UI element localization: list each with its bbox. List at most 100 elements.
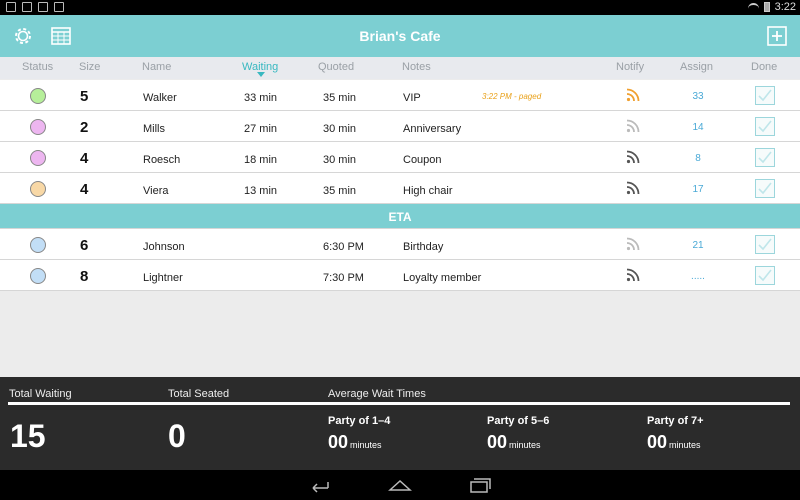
total-waiting-value: 15: [10, 418, 46, 454]
column-header-row: Status Size Name Waiting Quoted Notes No…: [0, 57, 800, 79]
notify-icon[interactable]: [626, 181, 640, 195]
table-row[interactable]: 4 Roesch 18 min 30 min Coupon 8: [0, 142, 800, 173]
party-large-unit: minutes: [669, 440, 701, 450]
notification-icon: [38, 2, 48, 12]
party-size: 4: [80, 181, 89, 198]
table-row[interactable]: 6 Johnson 6:30 PM Birthday 21: [0, 229, 800, 260]
party-small-unit: minutes: [350, 440, 382, 450]
table-row[interactable]: 5 Walker 33 min 35 min VIP 3:22 PM - paged 33: [0, 80, 800, 111]
notification-icon: [6, 2, 16, 12]
total-seated-value: 0: [168, 418, 186, 454]
waiting-time: 13 min: [244, 185, 278, 197]
party-name: Walker: [143, 92, 177, 104]
table-row[interactable]: 4 Viera 13 min 35 min High chair 17: [0, 173, 800, 204]
notify-icon[interactable]: [626, 237, 640, 251]
back-icon[interactable]: [308, 477, 332, 493]
waiting-time: 27 min: [244, 123, 278, 135]
status-indicator[interactable]: [30, 88, 46, 104]
waitlist: 5 Walker 33 min 35 min VIP 3:22 PM - paged 33 2…: [0, 80, 800, 291]
done-checkbox[interactable]: [755, 86, 775, 105]
assign-table[interactable]: 8: [665, 153, 731, 164]
recent-apps-icon[interactable]: [468, 477, 492, 493]
party-medium-value: 00 minutes: [487, 432, 541, 453]
party-size: 2: [80, 119, 89, 136]
column-quoted[interactable]: Quoted: [318, 61, 354, 73]
notification-icons: [6, 2, 64, 12]
wifi-icon: [747, 2, 759, 12]
status-indicator[interactable]: [30, 119, 46, 135]
check-icon: [758, 238, 772, 251]
check-icon: [758, 120, 772, 133]
notify-icon[interactable]: [626, 150, 640, 164]
check-icon: [758, 151, 772, 164]
notify-icon[interactable]: [626, 119, 640, 133]
party-notes: High chair: [403, 185, 453, 197]
party-large-minutes: 00: [647, 432, 668, 452]
party-notes: Birthday: [403, 241, 444, 253]
notification-icon: [54, 2, 64, 12]
check-icon: [758, 269, 772, 282]
waiting-time: 33 min: [244, 92, 278, 104]
column-assign[interactable]: Assign: [680, 61, 713, 73]
party-medium-minutes: 00: [487, 432, 508, 452]
quoted-time: 35 min: [323, 185, 357, 197]
column-done[interactable]: Done: [751, 61, 777, 73]
check-icon: [758, 89, 772, 102]
party-small-label: Party of 1–4: [328, 415, 391, 427]
party-medium-unit: minutes: [509, 440, 541, 450]
party-notes: Loyalty member: [403, 272, 482, 284]
home-icon[interactable]: [388, 477, 412, 493]
party-name: Lightner: [143, 272, 183, 284]
sort-descending-icon: [257, 72, 265, 77]
average-wait-label: Average Wait Times: [328, 388, 426, 400]
column-name[interactable]: Name: [142, 61, 171, 73]
column-notes[interactable]: Notes: [402, 61, 431, 73]
status-indicator[interactable]: [30, 268, 46, 284]
party-name: Viera: [143, 185, 169, 197]
paged-status: 3:22 PM - paged: [482, 92, 542, 101]
table-row[interactable]: 2 Mills 27 min 30 min Anniversary 14: [0, 111, 800, 142]
plus-square-icon[interactable]: [765, 24, 789, 48]
party-small-value: 00 minutes: [328, 432, 382, 453]
party-small-minutes: 00: [328, 432, 349, 452]
column-status[interactable]: Status: [22, 61, 53, 73]
summary-footer: Total Waiting Total Seated Average Wait …: [0, 377, 800, 470]
party-large-value: 00 minutes: [647, 432, 701, 453]
system-status-bar: 3:22: [0, 0, 800, 15]
party-medium-label: Party of 5–6: [487, 415, 550, 427]
column-size[interactable]: Size: [79, 61, 100, 73]
column-notify[interactable]: Notify: [616, 61, 644, 73]
notify-icon[interactable]: [626, 88, 640, 102]
done-checkbox[interactable]: [755, 266, 775, 285]
party-name: Mills: [143, 123, 165, 135]
notify-icon[interactable]: [626, 268, 640, 282]
eta-section-header: ETA: [0, 204, 800, 229]
quoted-time: 7:30 PM: [323, 272, 364, 284]
quoted-time: 6:30 PM: [323, 241, 364, 253]
done-checkbox[interactable]: [755, 148, 775, 167]
party-name: Roesch: [143, 154, 181, 166]
quoted-time: 30 min: [323, 123, 357, 135]
footer-divider: [8, 402, 790, 405]
waiting-time: 18 min: [244, 154, 278, 166]
done-checkbox[interactable]: [755, 235, 775, 254]
assign-table[interactable]: 33: [665, 91, 731, 102]
assign-table[interactable]: .....: [665, 271, 731, 282]
status-indicator[interactable]: [30, 150, 46, 166]
party-size: 6: [80, 237, 89, 254]
done-checkbox[interactable]: [755, 179, 775, 198]
status-indicator[interactable]: [30, 181, 46, 197]
check-icon: [758, 182, 772, 195]
assign-table[interactable]: 14: [665, 122, 731, 133]
assign-table[interactable]: 21: [665, 240, 731, 251]
done-checkbox[interactable]: [755, 117, 775, 136]
assign-table[interactable]: 17: [665, 184, 731, 195]
table-row[interactable]: 8 Lightner 7:30 PM Loyalty member.....: [0, 260, 800, 291]
party-notes: VIP: [403, 92, 421, 104]
waiting-group: 5 Walker 33 min 35 min VIP 3:22 PM - paged 33 2…: [0, 80, 800, 204]
battery-icon: [763, 2, 770, 12]
total-seated-label: Total Seated: [168, 388, 230, 400]
party-name: Johnson: [143, 241, 185, 253]
party-large-label: Party of 7+: [647, 415, 704, 427]
status-indicator[interactable]: [30, 237, 46, 253]
